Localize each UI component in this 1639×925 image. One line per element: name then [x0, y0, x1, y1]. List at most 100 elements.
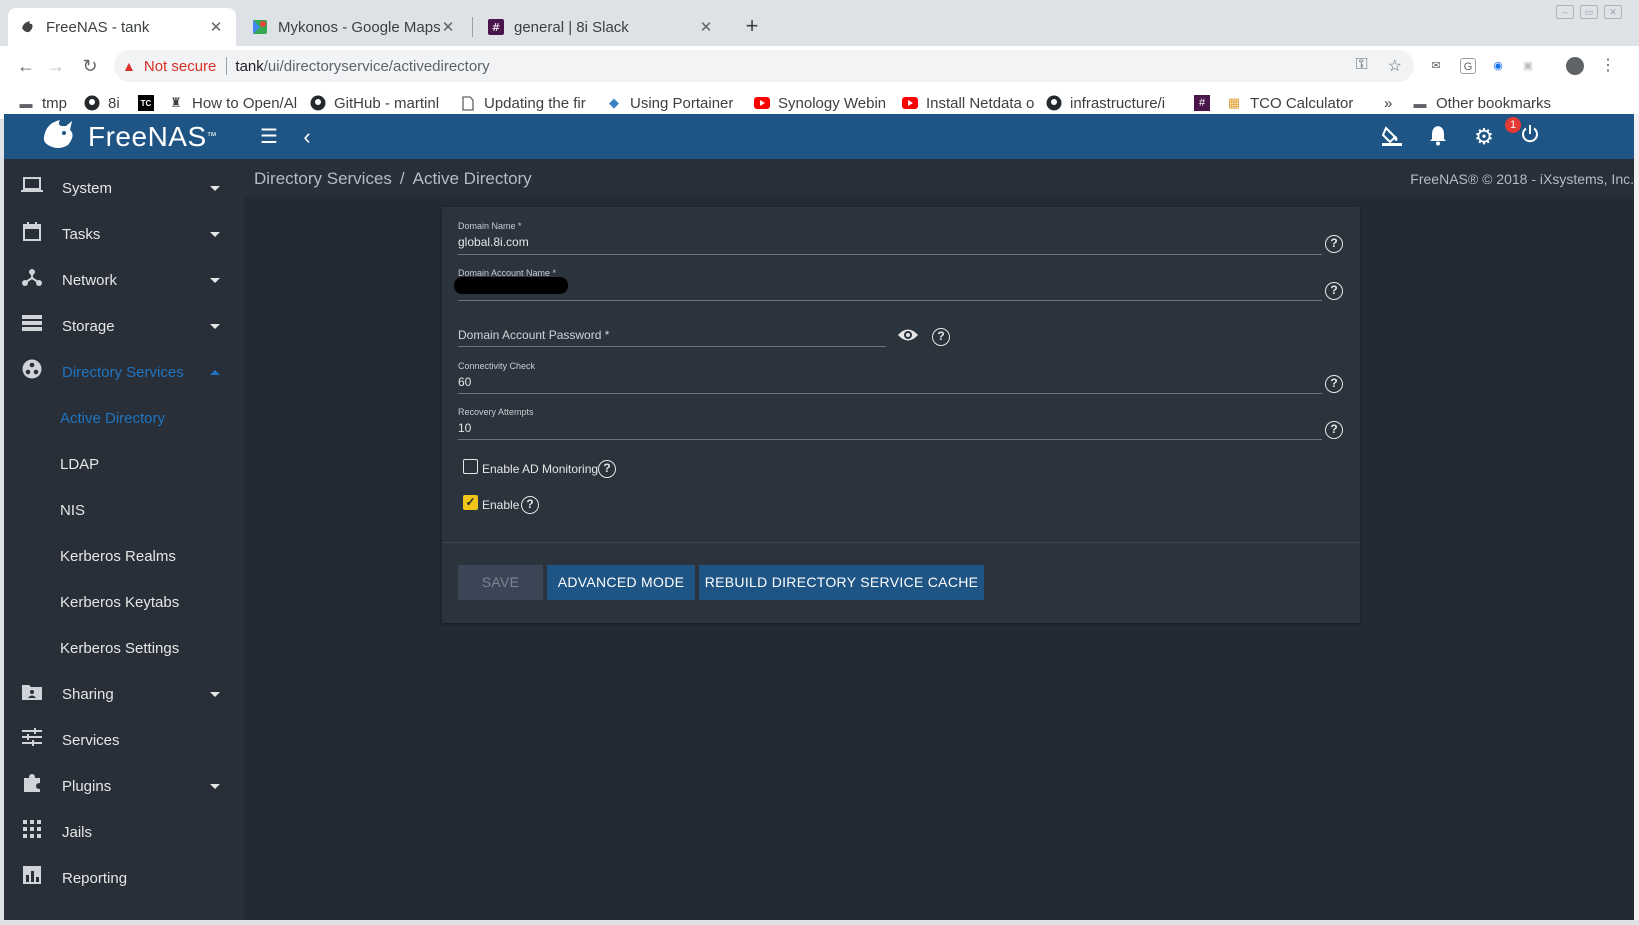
reload-button[interactable]: ↻: [78, 54, 102, 78]
bookmark-item[interactable]: infrastructure/i: [1046, 92, 1182, 114]
bookmark-item[interactable]: Updating the fir: [460, 92, 598, 114]
browser-tab-freenas[interactable]: FreeNAS - tank ✕: [8, 8, 236, 46]
eye-icon[interactable]: [897, 327, 919, 343]
jails-icon: [18, 820, 46, 844]
enable-label[interactable]: Enable: [482, 498, 519, 512]
security-label[interactable]: Not secure: [144, 58, 217, 75]
new-tab-button[interactable]: +: [740, 14, 764, 38]
bookmark-item[interactable]: ◆ Using Portainer: [606, 92, 738, 114]
bookmark-item[interactable]: 8i: [84, 92, 124, 114]
brand-logo[interactable]: FreeNAS ™: [4, 114, 244, 159]
collapse-sidebar-button[interactable]: ‹: [294, 124, 320, 150]
sidebar-subitem-kerberos-settings[interactable]: Kerberos Settings: [4, 625, 244, 671]
bookmark-item[interactable]: GitHub - martinl: [310, 92, 452, 114]
forward-button[interactable]: →: [44, 54, 68, 78]
connectivity-check-field[interactable]: Connectivity Check 60: [458, 361, 1322, 389]
sidebar-item-tasks[interactable]: Tasks: [4, 211, 244, 257]
domain-name-help-icon[interactable]: ?: [1325, 235, 1343, 253]
chrome-remote-extension-icon[interactable]: ◉: [1490, 58, 1506, 74]
mail-extension-icon[interactable]: ✉: [1428, 58, 1444, 74]
bookmark-item[interactable]: #: [1194, 92, 1216, 114]
grammarly-extension-icon[interactable]: G: [1460, 58, 1476, 74]
chevron-down-icon: [210, 277, 220, 283]
bookmark-item[interactable]: ▦ TCO Calculator: [1226, 92, 1366, 114]
connectivity-check-help-icon[interactable]: ?: [1325, 375, 1343, 393]
sidebar-item-plugins[interactable]: Plugins: [4, 763, 244, 809]
notifications-button[interactable]: [1425, 124, 1451, 150]
sidebar-subitem-nis[interactable]: NIS: [4, 487, 244, 533]
paint-bucket-icon: [1381, 126, 1403, 151]
sidebar-item-system[interactable]: System: [4, 165, 244, 211]
close-tab-icon[interactable]: ✕: [440, 18, 456, 36]
sidebar-subitem-ldap[interactable]: LDAP: [4, 441, 244, 487]
tab-title: general | 8i Slack: [514, 18, 629, 36]
enable-ad-monitoring-checkbox[interactable]: [463, 459, 478, 474]
bookmark-item[interactable]: TC: [138, 92, 160, 114]
sidebar-subitem-kerberos-keytabs[interactable]: Kerberos Keytabs: [4, 579, 244, 625]
cast-extension-icon[interactable]: ▣: [1520, 58, 1536, 74]
recovery-attempts-help-icon[interactable]: ?: [1325, 421, 1343, 439]
slack-icon: #: [488, 19, 504, 35]
github-icon: [310, 95, 326, 111]
advanced-mode-button[interactable]: ADVANCED MODE: [547, 565, 695, 600]
bookmarks-overflow-button[interactable]: »: [1384, 92, 1400, 114]
browser-menu-icon[interactable]: ⋮: [1600, 58, 1616, 74]
sidebar-item-jails[interactable]: Jails: [4, 809, 244, 855]
bookmark-item[interactable]: Install Netdata o: [902, 92, 1038, 114]
domain-account-name-field[interactable]: Domain Account Name *: [458, 268, 1322, 278]
recovery-attempts-input[interactable]: 10: [458, 421, 1322, 435]
other-bookmarks-folder[interactable]: ▬ Other bookmarks: [1412, 92, 1560, 114]
settings-button[interactable]: ⚙: [1471, 124, 1497, 150]
google-maps-icon: [252, 19, 268, 35]
close-tab-icon[interactable]: ✕: [208, 18, 224, 36]
chevron-left-icon: ‹: [303, 124, 311, 149]
star-bookmark-icon[interactable]: ☆: [1388, 56, 1402, 76]
enable-ad-monitoring-help-icon[interactable]: ?: [598, 460, 616, 478]
bookmark-item[interactable]: ♜ How to Open/Al: [168, 92, 304, 114]
bell-icon: [1428, 126, 1448, 151]
breadcrumb-directory-services[interactable]: Directory Services: [254, 169, 392, 188]
connectivity-check-input[interactable]: 60: [458, 375, 1322, 389]
sidebar-item-network[interactable]: Network: [4, 257, 244, 303]
sidebar-item-sharing[interactable]: Sharing: [4, 671, 244, 717]
breadcrumb-separator: /: [399, 169, 405, 188]
power-button[interactable]: [1517, 124, 1543, 150]
chevron-down-icon: [210, 185, 220, 191]
puzzle-icon: [18, 773, 46, 799]
browser-tab-slack[interactable]: # general | 8i Slack ✕: [476, 8, 726, 46]
domain-name-input[interactable]: global.8i.com: [458, 235, 1322, 249]
domain-account-password-input[interactable]: Domain Account Password *: [458, 328, 609, 342]
address-bar[interactable]: ▲ Not secure tank/ui/directoryservice/ac…: [114, 50, 1414, 82]
close-tab-icon[interactable]: ✕: [698, 18, 714, 36]
back-button[interactable]: ←: [14, 54, 38, 78]
omnibox-actions: ⚿ ☆: [1355, 56, 1402, 76]
enable-help-icon[interactable]: ?: [521, 496, 539, 514]
browser-tab-google-maps[interactable]: Mykonos - Google Maps ✕: [240, 8, 468, 46]
password-help-icon[interactable]: ?: [932, 328, 950, 346]
enable-ad-monitoring-label[interactable]: Enable AD Monitoring: [482, 462, 598, 476]
key-icon[interactable]: ⚿: [1355, 56, 1367, 76]
bookmark-item[interactable]: ▬ tmp: [18, 92, 76, 114]
laptop-icon: [18, 177, 46, 199]
recovery-attempts-field[interactable]: Recovery Attempts 10: [458, 407, 1322, 435]
rebuild-directory-service-cache-button[interactable]: REBUILD DIRECTORY SERVICE CACHE: [699, 565, 984, 600]
enable-checkbox[interactable]: ✓: [463, 495, 478, 510]
sidebar-item-reporting[interactable]: Reporting: [4, 855, 244, 901]
maximize-window-button[interactable]: ▭: [1580, 5, 1598, 19]
bookmark-item[interactable]: Synology Webin: [754, 92, 888, 114]
save-button[interactable]: SAVE: [458, 565, 543, 600]
page-scrollbar[interactable]: [1634, 114, 1639, 920]
minimize-window-button[interactable]: –: [1556, 5, 1574, 19]
domain-account-name-help-icon[interactable]: ?: [1325, 282, 1343, 300]
sidebar-subitem-active-directory[interactable]: Active Directory: [4, 395, 244, 441]
hamburger-menu-button[interactable]: ☰: [256, 124, 282, 150]
sidebar-item-storage[interactable]: Storage: [4, 303, 244, 349]
profile-avatar[interactable]: [1566, 57, 1584, 75]
theme-button[interactable]: [1379, 124, 1405, 150]
sidebar-item-directory-services[interactable]: Directory Services: [4, 349, 244, 395]
sidebar-subitem-kerberos-realms[interactable]: Kerberos Realms: [4, 533, 244, 579]
domain-name-field[interactable]: Domain Name * global.8i.com: [458, 221, 1322, 249]
close-window-button[interactable]: ✕: [1604, 5, 1622, 19]
storage-icon: [18, 315, 46, 337]
sidebar-item-services[interactable]: Services: [4, 717, 244, 763]
